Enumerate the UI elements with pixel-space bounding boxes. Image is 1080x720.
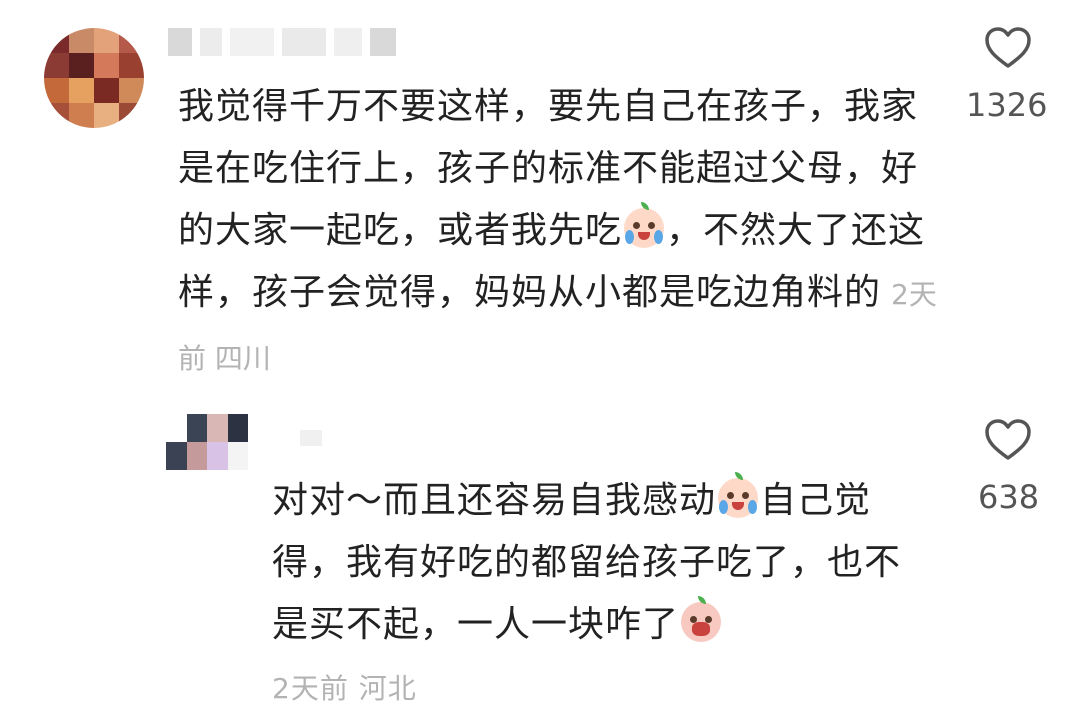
reply-like-count: 638 — [978, 478, 1040, 516]
crying-face-emoji-icon — [624, 202, 665, 248]
reply-body-start: 对对～而且还容易自我感动 — [272, 480, 717, 521]
reply-name-redacted[interactable] — [300, 430, 322, 446]
shouting-face-emoji-icon — [681, 596, 722, 642]
heart-outline-icon[interactable] — [984, 418, 1032, 462]
reply-like-button[interactable] — [978, 418, 1038, 466]
reply-location: 河北 — [358, 672, 417, 705]
heart-outline-icon[interactable] — [984, 26, 1032, 70]
main-like-button[interactable] — [978, 26, 1038, 74]
reply-text: 对对～而且还容易自我感动 自己觉得，我有好吃的都留给孩子吃了，也不是买不起，一人一… — [272, 470, 922, 720]
reply-time: 2天前 — [272, 672, 349, 705]
commenter-name-redacted[interactable] — [168, 28, 396, 56]
reply-avatar[interactable] — [166, 414, 248, 470]
main-comment-location: 四川 — [214, 342, 271, 375]
crying-face-emoji-icon — [718, 472, 759, 518]
commenter-avatar[interactable] — [44, 28, 144, 128]
main-like-count: 1326 — [966, 86, 1048, 124]
main-comment-text: 我觉得千万不要这样，要先自己在孩子，我家是在吃住行上，孩子的标准不能超过父母，好… — [178, 76, 938, 390]
reply-meta: 2天前 河北 — [272, 672, 417, 705]
